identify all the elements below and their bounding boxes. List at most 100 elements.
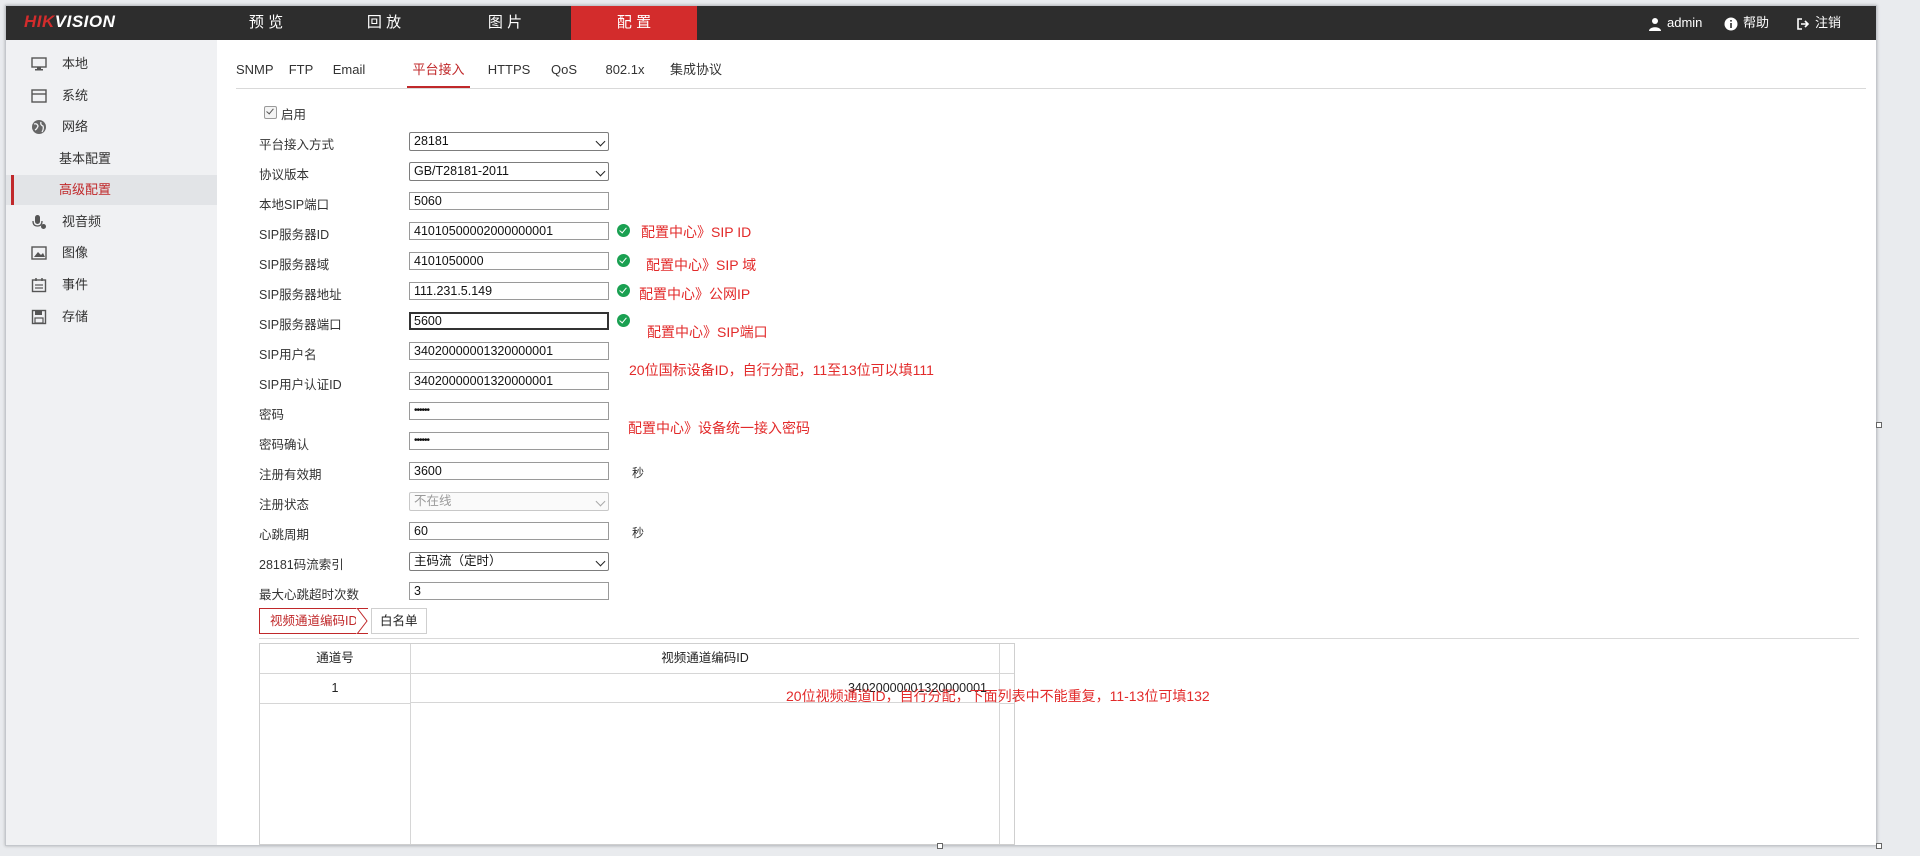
- subtab-arrow-icon: [356, 608, 368, 634]
- browser-frame: HIKVISION 预 览 回 放 图 片 配 置 admin 帮助 注销 本地…: [5, 5, 1877, 846]
- annotation-sip-id: 配置中心》SIP ID: [641, 224, 752, 240]
- enable-checkbox[interactable]: [264, 106, 277, 119]
- sidebar-item-basic-config[interactable]: 基本配置: [6, 144, 217, 174]
- registration-validity-unit: 秒: [632, 466, 645, 480]
- stream-index-select[interactable]: 主码流（定时）: [409, 552, 609, 571]
- sidebar-label: 高级配置: [59, 182, 112, 197]
- max-heartbeat-timeout-label: 最大心跳超时次数: [259, 588, 360, 602]
- registration-status-select: 不在线: [409, 492, 609, 511]
- sip-server-id-label: SIP服务器ID: [259, 228, 330, 242]
- logout-link[interactable]: 注销: [1796, 6, 1841, 40]
- tab-qos[interactable]: QoS: [549, 52, 579, 87]
- chevron-down-icon: [595, 496, 606, 507]
- sidebar: 本地 系统 网络 基本配置 高级配置 视音频 图像 事件 存储: [6, 40, 217, 845]
- table-cell-channel[interactable]: 1: [260, 674, 410, 704]
- table-header-code-id: 视频通道编码ID: [411, 644, 999, 674]
- protocol-version-select[interactable]: GB/T28181-2011: [409, 162, 609, 181]
- sip-server-id-input[interactable]: 41010500002000000001: [409, 222, 609, 240]
- info-icon: [1724, 17, 1738, 31]
- sidebar-label: 基本配置: [59, 151, 112, 166]
- sidebar-item-event[interactable]: 事件: [6, 270, 217, 300]
- tab-snmp[interactable]: SNMP: [236, 52, 274, 87]
- valid-check-icon: [617, 254, 630, 267]
- protocol-version-label: 协议版本: [259, 168, 310, 182]
- password-confirm-input[interactable]: ••••••: [409, 432, 609, 450]
- sidebar-item-network[interactable]: 网络: [6, 112, 217, 142]
- local-sip-port-input[interactable]: 5060: [409, 192, 609, 210]
- sip-server-domain-input[interactable]: 4101050000: [409, 252, 609, 270]
- mic-icon: [32, 215, 46, 229]
- access-mode-select[interactable]: 28181: [409, 132, 609, 151]
- channel-table: 通道号 视频通道编码ID 1 34020000001320000001: [259, 643, 1015, 845]
- user-menu[interactable]: admin: [1648, 6, 1702, 40]
- registration-status-value: 不在线: [414, 494, 452, 508]
- chevron-down-icon: [595, 556, 606, 567]
- sidebar-item-audio-video[interactable]: 视音频: [6, 207, 217, 237]
- nav-picture[interactable]: 图 片: [456, 6, 554, 40]
- valid-check-icon: [617, 224, 630, 237]
- registration-validity-input[interactable]: 3600: [409, 462, 609, 480]
- nav-playback[interactable]: 回 放: [335, 6, 433, 40]
- sip-server-address-input[interactable]: 111.231.5.149: [409, 282, 609, 300]
- resize-handle-bottom[interactable]: [937, 843, 943, 849]
- annotation-public-ip: 配置中心》公网IP: [639, 286, 751, 302]
- resize-handle-right[interactable]: [1876, 422, 1882, 428]
- tab-ftp[interactable]: FTP: [286, 52, 316, 87]
- password-confirm-label: 密码确认: [259, 438, 310, 452]
- calendar-icon: [31, 278, 47, 293]
- sidebar-item-storage[interactable]: 存储: [6, 302, 217, 332]
- stream-index-value: 主码流（定时）: [414, 554, 502, 568]
- sip-username-input[interactable]: 34020000001320000001: [409, 342, 609, 360]
- tab-https[interactable]: HTTPS: [486, 52, 532, 87]
- valid-check-icon: [617, 314, 630, 327]
- sip-auth-id-label: SIP用户认证ID: [259, 378, 342, 392]
- annotation-sip-port: 配置中心》SIP端口: [647, 324, 768, 340]
- access-mode-value: 28181: [414, 134, 449, 148]
- sip-username-label: SIP用户名: [259, 348, 317, 362]
- stream-index-label: 28181码流索引: [259, 558, 344, 572]
- user-icon: [1649, 17, 1661, 31]
- sidebar-label: 存储: [62, 309, 89, 324]
- max-heartbeat-timeout-input[interactable]: 3: [409, 582, 609, 600]
- sidebar-item-local[interactable]: 本地: [6, 49, 217, 79]
- protocol-version-value: GB/T28181-2011: [414, 164, 509, 178]
- sidebar-label: 视音频: [62, 214, 102, 229]
- image-icon: [31, 246, 47, 260]
- subtab-video-channel-code-id[interactable]: 视频通道编码ID: [259, 608, 368, 634]
- help-label: 帮助: [1743, 15, 1770, 30]
- sip-auth-id-input[interactable]: 34020000001320000001: [409, 372, 609, 390]
- subtab-whitelist[interactable]: 白名单: [371, 608, 427, 634]
- sip-server-port-input[interactable]: 5600: [409, 312, 609, 330]
- chevron-down-icon: [595, 166, 606, 177]
- valid-check-icon: [617, 284, 630, 297]
- logout-icon: [1797, 17, 1810, 30]
- nav-configuration[interactable]: 配 置: [571, 6, 697, 40]
- tab-email[interactable]: Email: [330, 52, 368, 87]
- resize-handle-corner[interactable]: [1876, 843, 1882, 849]
- username: admin: [1667, 15, 1703, 30]
- tab-platform-access[interactable]: 平台接入: [407, 52, 470, 88]
- sidebar-label: 图像: [62, 245, 89, 260]
- heartbeat-period-input[interactable]: 60: [409, 522, 609, 540]
- local-sip-port-label: 本地SIP端口: [259, 198, 330, 212]
- sidebar-item-advanced-config[interactable]: 高级配置: [6, 175, 217, 205]
- logout-label: 注销: [1815, 15, 1842, 30]
- sip-server-address-label: SIP服务器地址: [259, 288, 342, 302]
- nav-preview[interactable]: 预 览: [217, 6, 315, 40]
- channel-subtabs: 视频通道编码ID 白名单: [259, 608, 1859, 639]
- table-header-spacer: [999, 644, 1014, 674]
- sidebar-item-image[interactable]: 图像: [6, 238, 217, 268]
- sidebar-item-system[interactable]: 系统: [6, 81, 217, 111]
- sidebar-label: 网络: [62, 119, 89, 134]
- heartbeat-period-unit: 秒: [632, 526, 645, 540]
- chevron-down-icon: [595, 136, 606, 147]
- config-tabs: SNMP FTP Email 平台接入 HTTPS QoS 802.1x 集成协…: [236, 52, 1866, 89]
- help-link[interactable]: 帮助: [1724, 6, 1769, 40]
- system-icon: [31, 89, 47, 103]
- access-mode-label: 平台接入方式: [259, 138, 335, 152]
- tab-8021x[interactable]: 802.1x: [604, 52, 646, 87]
- tab-integration-protocol[interactable]: 集成协议: [670, 52, 722, 87]
- monitor-icon: [31, 57, 47, 71]
- annotation-channel-id: 20位视频通道ID，自行分配，下面列表中不能重复，11-13位可填132: [786, 688, 1210, 704]
- password-input[interactable]: ••••••: [409, 402, 609, 420]
